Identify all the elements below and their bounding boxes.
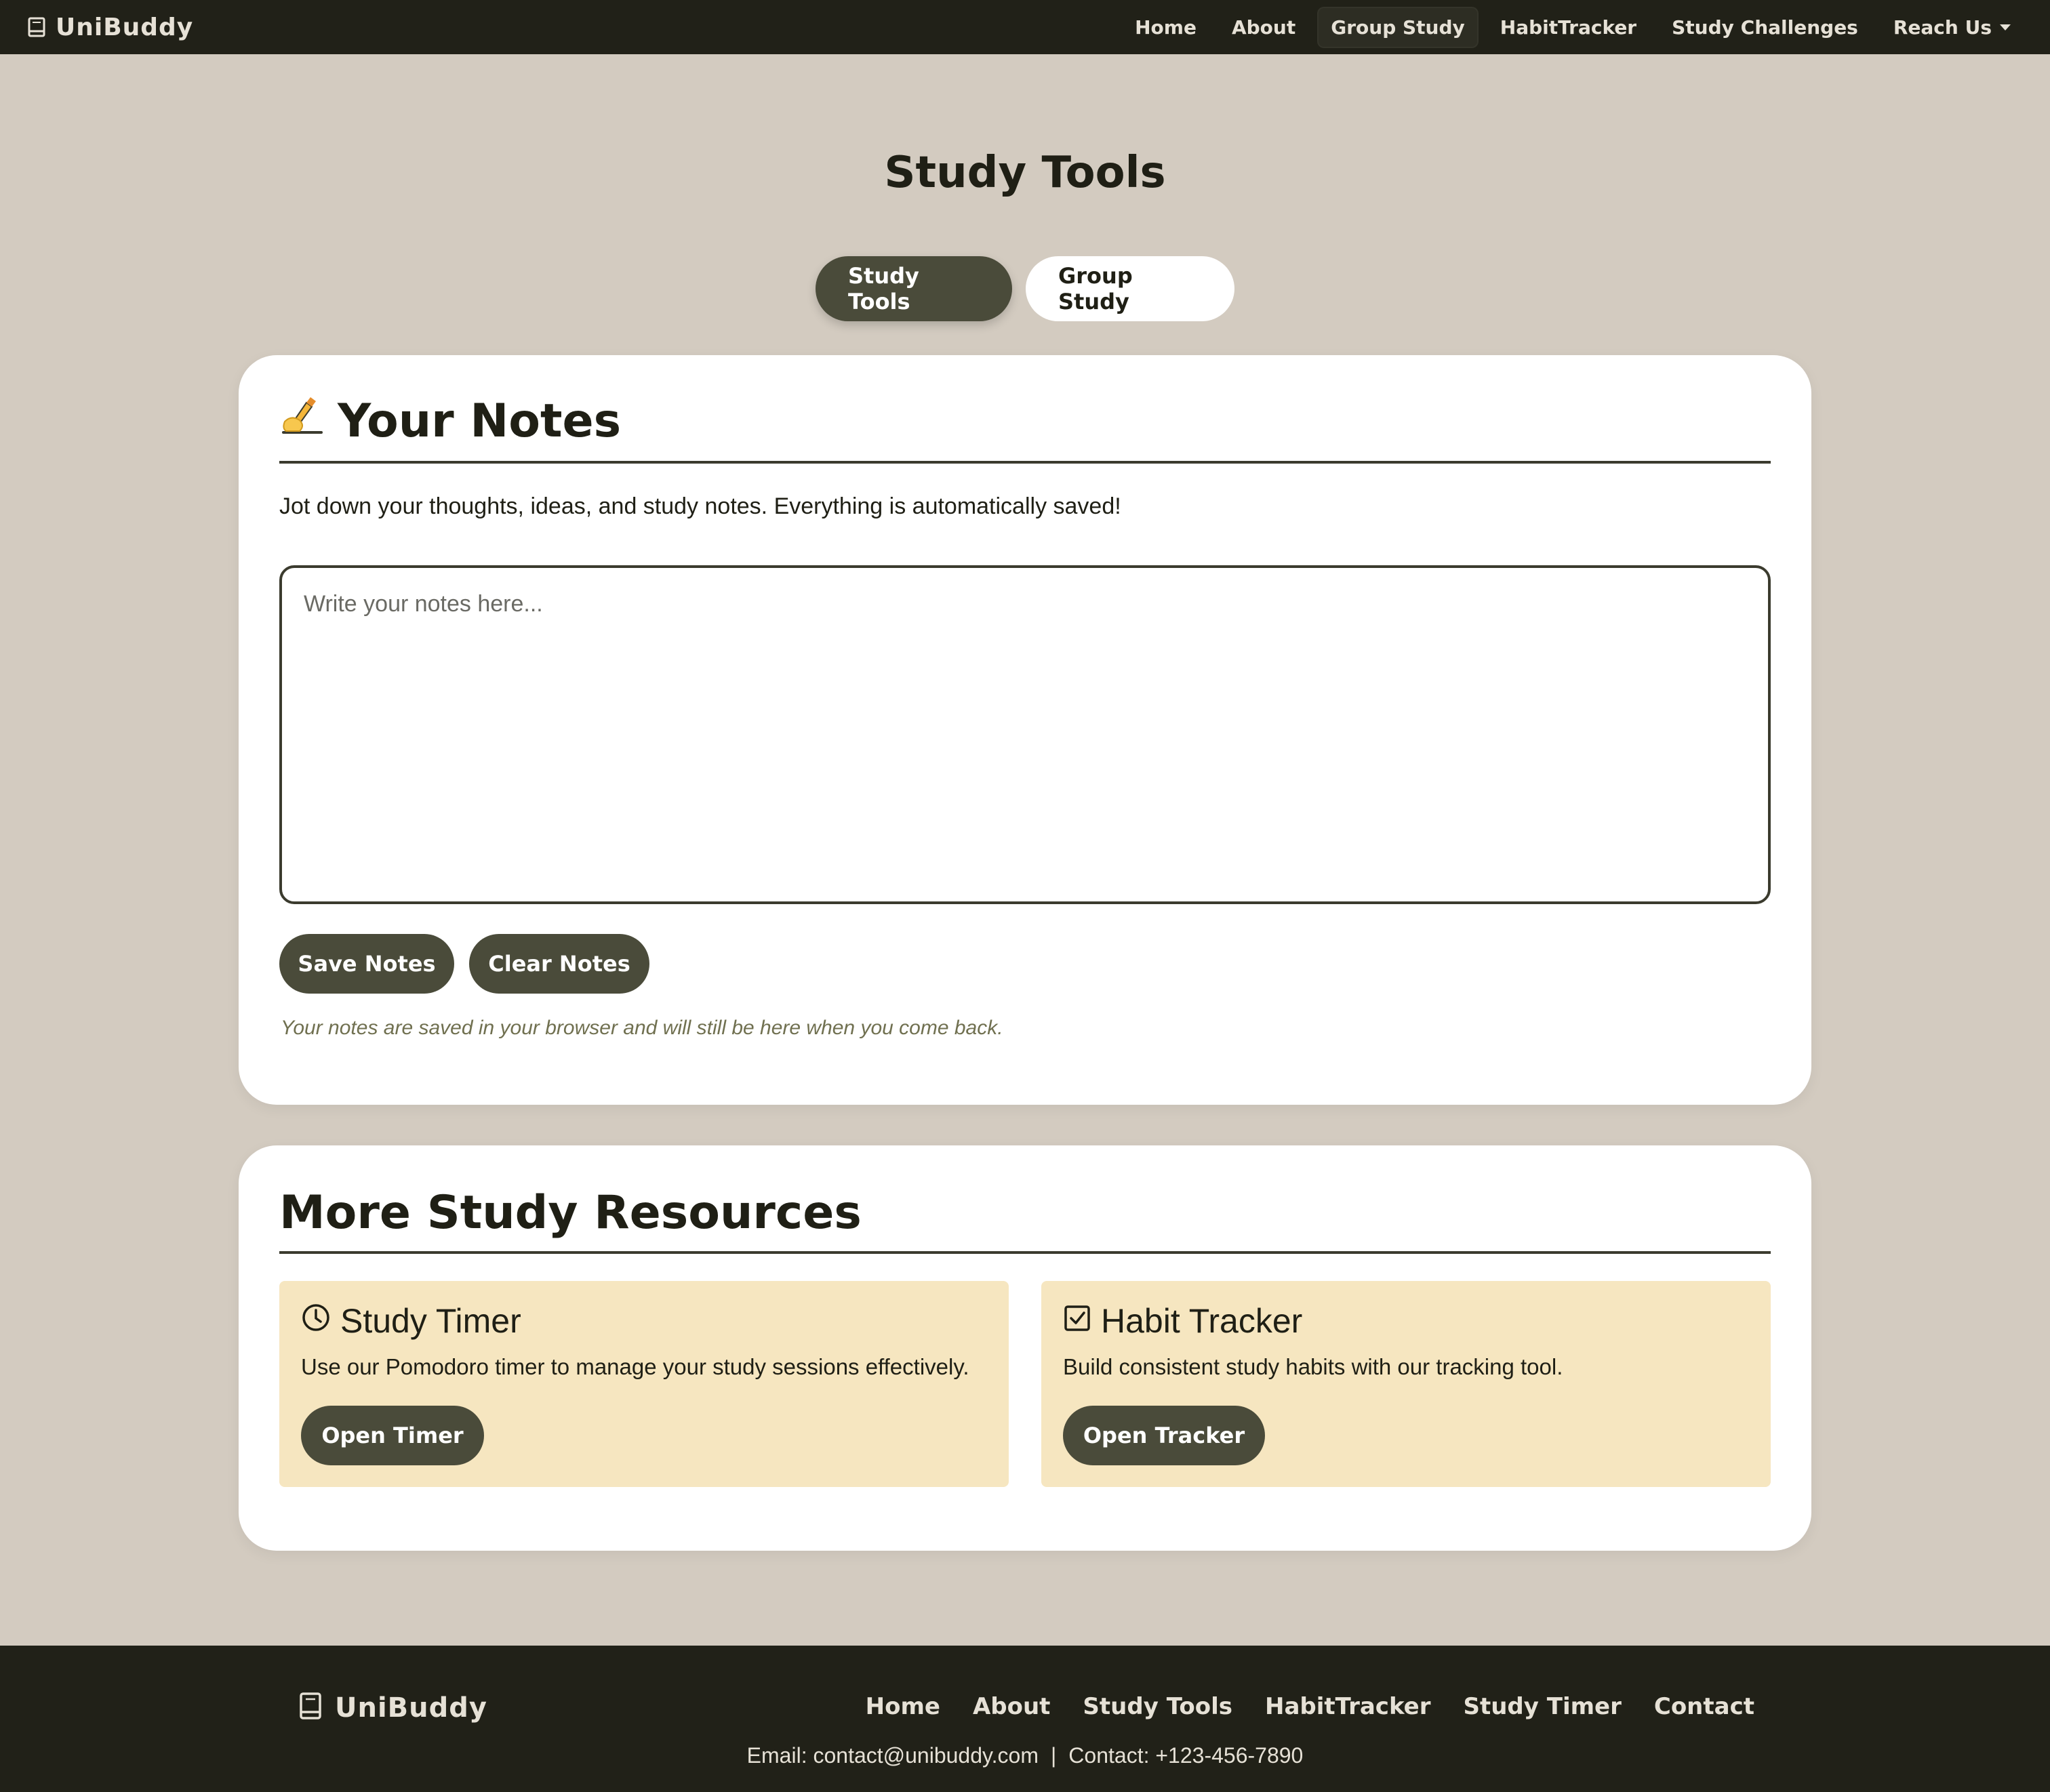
notes-description: Jot down your thoughts, ideas, and study… [279,493,1121,519]
navbar: UniBuddy Home About Group Study HabitTra… [0,0,2050,54]
resource-title-text: Study Timer [340,1302,521,1340]
notes-heading: Your Notes [279,394,1771,448]
footer-brand-name: UniBuddy [335,1692,487,1724]
notes-heading-text: Your Notes [338,394,622,448]
resource-title-text: Habit Tracker [1101,1302,1303,1340]
footer-links: Home About Study Tools HabitTracker Stud… [866,1693,1754,1720]
footer-email: Email: contact@unibuddy.com [746,1743,1039,1768]
footer-link-study-tools[interactable]: Study Tools [1083,1693,1232,1720]
nav-link-habittracker[interactable]: HabitTracker [1488,8,1649,47]
resource-description: Use our Pomodoro timer to manage your st… [301,1354,969,1379]
footer-link-home[interactable]: Home [866,1693,940,1720]
writing-hand-icon [279,394,325,448]
resource-title: Habit Tracker [1063,1301,1302,1341]
nav-link-reach-us-label: Reach Us [1893,16,1992,39]
book-icon [298,1692,323,1724]
nav-link-study-challenges[interactable]: Study Challenges [1660,8,1870,47]
nav-link-group-study[interactable]: Group Study [1319,7,1477,47]
nav-link-about[interactable]: About [1220,8,1308,47]
footer-brand[interactable]: UniBuddy [298,1692,487,1724]
footer-link-contact[interactable]: Contact [1654,1693,1754,1720]
nav-links: Home About Group Study HabitTracker Stud… [1123,7,2023,47]
resource-habit-tracker: Habit Tracker Build consistent study hab… [1041,1281,1771,1487]
resource-title: Study Timer [301,1301,521,1341]
footer-link-study-timer[interactable]: Study Timer [1463,1693,1621,1720]
footer-separator: | [1050,1743,1057,1768]
footer-phone: Contact: +123-456-7890 [1068,1743,1304,1768]
footer-contact: Email: contact@unibuddy.com | Contact: +12… [0,1743,2050,1768]
open-tracker-button[interactable]: Open Tracker [1063,1406,1265,1465]
resource-description: Build consistent study habits with our t… [1063,1354,1563,1379]
notes-hint: Your notes are saved in your browser and… [281,1017,1003,1039]
caret-down-icon [2000,24,2011,30]
nav-link-reach-us[interactable]: Reach Us [1881,8,2023,47]
save-notes-button[interactable]: Save Notes [279,934,454,994]
notes-divider [279,461,1771,464]
clock-icon [301,1301,331,1341]
footer: UniBuddy Home About Study Tools HabitTra… [0,1646,2050,1792]
resources-heading: More Study Resources [279,1186,862,1240]
tab-group-study[interactable]: Group Study [1026,256,1234,321]
resources-card: More Study Resources Study Timer Use our… [239,1145,1811,1551]
page-title: Study Tools [884,148,1166,198]
checkbox-icon [1063,1301,1091,1341]
open-timer-button[interactable]: Open Timer [301,1406,484,1465]
clear-notes-button[interactable]: Clear Notes [469,934,649,994]
brand-name: UniBuddy [56,13,194,41]
resource-study-timer: Study Timer Use our Pomodoro timer to ma… [279,1281,1009,1487]
footer-link-about[interactable]: About [973,1693,1050,1720]
tab-switcher: Study Tools Group Study [0,256,2050,321]
brand-logo[interactable]: UniBuddy [27,14,193,41]
notes-card: Your Notes Jot down your thoughts, ideas… [239,355,1811,1105]
notes-textarea[interactable] [279,565,1771,904]
book-icon [27,17,46,37]
nav-link-home[interactable]: Home [1123,8,1209,47]
footer-link-habittracker[interactable]: HabitTracker [1265,1693,1431,1720]
resources-divider [279,1251,1771,1254]
tab-study-tools[interactable]: Study Tools [816,256,1012,321]
